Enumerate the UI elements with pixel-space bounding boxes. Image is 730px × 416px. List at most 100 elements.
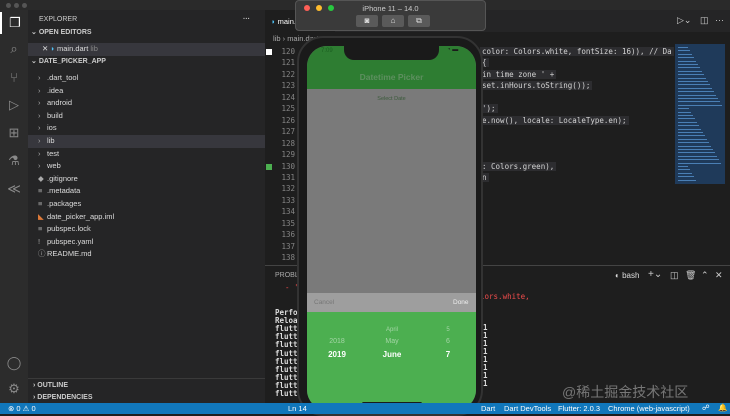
file-icon: ≡ bbox=[38, 224, 43, 234]
terminal-shell-selector[interactable]: ◐ bash bbox=[615, 271, 639, 280]
code-line[interactable]: e.now(), locale: LocaleType.en); bbox=[480, 115, 629, 125]
file-item[interactable]: ! pubspec.yaml bbox=[28, 236, 265, 249]
watermark: @稀土掘金技术社区 bbox=[562, 384, 689, 400]
testing-icon[interactable]: ⚗ bbox=[0, 150, 28, 172]
more-actions-button[interactable]: ··· bbox=[243, 14, 250, 26]
file-item[interactable]: ≡ pubspec.lock bbox=[28, 223, 265, 236]
maximize-panel-icon[interactable]: ⌃ bbox=[701, 270, 709, 281]
outline-section[interactable]: › OUTLINE bbox=[33, 380, 68, 392]
rotate-icon[interactable]: ⧉ bbox=[408, 15, 430, 27]
chevron-right-icon: › bbox=[38, 73, 41, 82]
tab-problems[interactable]: PROBL bbox=[275, 272, 299, 279]
close-panel-icon[interactable]: ✕ bbox=[715, 270, 723, 281]
folder-item[interactable]: › .dart_tool bbox=[28, 72, 265, 85]
picker-year[interactable]: 2018 bbox=[312, 338, 362, 345]
dart-file-icon: ◗ bbox=[271, 17, 276, 26]
run-debug-icon[interactable]: ▷ bbox=[0, 94, 28, 116]
item-label: date_picker_app.iml bbox=[47, 211, 115, 221]
picker-day[interactable]: 6 bbox=[423, 338, 473, 345]
color-swatch-icon[interactable] bbox=[266, 163, 272, 170]
open-editor-main-dart[interactable]: ✕ ◗ main.dart lib bbox=[28, 43, 265, 56]
open-file-dir: lib bbox=[90, 44, 98, 53]
device-selector[interactable]: Chrome (web-javascript) bbox=[608, 404, 690, 413]
minimap-line bbox=[678, 101, 720, 103]
code-line[interactable]: in time zone ' + bbox=[480, 69, 557, 79]
minimap[interactable] bbox=[675, 44, 725, 184]
more-actions-icon[interactable]: ··· bbox=[715, 15, 724, 25]
breadcrumb-lib[interactable]: lib bbox=[273, 34, 281, 43]
project-section[interactable]: ⌄ DATE_PICKER_APP bbox=[31, 56, 106, 68]
minimap-line bbox=[678, 115, 693, 116]
extensions-icon[interactable]: ⊞ bbox=[0, 122, 28, 144]
folder-item[interactable]: › .idea bbox=[28, 85, 265, 98]
line-number: 120 bbox=[281, 47, 295, 56]
cancel-button[interactable]: Cancel bbox=[314, 299, 334, 306]
folder-item[interactable]: › web bbox=[28, 160, 265, 173]
picker-day-selected[interactable]: 7 bbox=[423, 350, 473, 359]
minimap-line bbox=[678, 53, 692, 55]
shell-label: bash bbox=[622, 271, 640, 280]
close-icon[interactable]: ✕ bbox=[42, 44, 48, 53]
flutter-version[interactable]: Flutter: 2.0.3 bbox=[558, 404, 600, 413]
line-number: 138 bbox=[281, 253, 295, 263]
maximize-window-button[interactable] bbox=[22, 3, 27, 8]
file-icon: ◣ bbox=[38, 211, 44, 221]
home-icon[interactable]: ⌂ bbox=[382, 15, 404, 27]
minimap-line bbox=[678, 74, 704, 76]
close-window-button[interactable] bbox=[6, 3, 11, 8]
folder-item[interactable]: › lib bbox=[28, 135, 265, 148]
select-date-button[interactable]: Select Date bbox=[307, 96, 476, 102]
problems-status[interactable]: ⊗ 0 ⚠ 0 bbox=[8, 404, 36, 413]
minimap-line bbox=[678, 50, 690, 52]
item-label: lib bbox=[47, 136, 55, 145]
code-line[interactable]: set.inHours.toString()); bbox=[480, 81, 593, 91]
file-item[interactable]: ≡ .packages bbox=[28, 198, 265, 211]
minimize-window-button[interactable] bbox=[14, 3, 19, 8]
split-editor-icon[interactable]: ◫ bbox=[700, 15, 709, 26]
account-icon[interactable]: ◯ bbox=[0, 352, 28, 374]
line-number: 125 bbox=[281, 104, 295, 114]
search-icon[interactable]: ⌕ bbox=[0, 38, 28, 60]
date-picker-wheel[interactable]: 2018 2019 April May June 5 6 7 bbox=[307, 312, 476, 410]
minimap-line bbox=[678, 135, 705, 137]
file-item[interactable]: ◣ date_picker_app.iml bbox=[28, 211, 265, 224]
iphone-frame: 7:09 ◔ ▬ Datetime Picker Select Date Can… bbox=[297, 36, 483, 416]
dart-devtools-button[interactable]: Dart DevTools bbox=[504, 404, 551, 413]
screenshot-icon[interactable]: ◙ bbox=[356, 15, 378, 27]
trash-icon[interactable]: 🗑 bbox=[685, 270, 696, 281]
source-control-icon[interactable]: ⑂ bbox=[0, 66, 28, 88]
split-terminal-icon[interactable]: ◫ bbox=[670, 270, 679, 281]
chevron-right-icon: › bbox=[38, 123, 41, 133]
settings-gear-icon[interactable]: ⚙ bbox=[0, 378, 28, 400]
color-swatch-icon[interactable] bbox=[266, 49, 272, 55]
folder-item[interactable]: › ios bbox=[28, 122, 265, 135]
open-editors-section[interactable]: ⌄ OPEN EDITORS bbox=[31, 27, 92, 39]
warning-count: 0 bbox=[31, 404, 36, 413]
run-dropdown-icon[interactable]: ▷⌄ bbox=[677, 15, 691, 26]
notifications-bell-icon[interactable]: 🔔 bbox=[718, 403, 727, 412]
code-line[interactable]: color: Colors.white, fontSize: 16)), // … bbox=[480, 47, 674, 56]
cursor-position[interactable]: Ln 14 bbox=[288, 404, 307, 413]
folder-item[interactable]: › android bbox=[28, 97, 265, 110]
explorer-icon[interactable]: ❐ bbox=[0, 12, 28, 34]
picker-year-selected[interactable]: 2019 bbox=[312, 350, 362, 359]
outline-label: OUTLINE bbox=[37, 382, 69, 389]
dart-status[interactable]: Dart bbox=[481, 404, 495, 413]
new-terminal-icon[interactable]: +⌄ bbox=[648, 269, 662, 280]
picker-month-selected[interactable]: June bbox=[367, 350, 417, 359]
file-item[interactable]: ◆ .gitignore bbox=[28, 173, 265, 186]
folder-item[interactable]: › build bbox=[28, 110, 265, 123]
file-item[interactable]: ≡ .metadata bbox=[28, 185, 265, 198]
done-button[interactable]: Done bbox=[453, 299, 469, 306]
picker-month[interactable]: April bbox=[367, 327, 417, 333]
file-item[interactable]: ⓘ README.md bbox=[28, 248, 265, 261]
project-label: DATE_PICKER_APP bbox=[38, 58, 106, 65]
picker-day[interactable]: 5 bbox=[423, 327, 473, 333]
simulator-window: iPhone 11 – 14.0 ◙ ⌂ ⧉ bbox=[295, 0, 486, 31]
flutter-icon[interactable]: ≪ bbox=[0, 178, 28, 200]
feedback-icon[interactable]: ☍ bbox=[702, 403, 710, 412]
picker-month[interactable]: May bbox=[367, 338, 417, 345]
minimap-line bbox=[678, 98, 718, 99]
code-line[interactable]: : Colors.green), bbox=[480, 161, 557, 171]
folder-item[interactable]: › test bbox=[28, 148, 265, 161]
